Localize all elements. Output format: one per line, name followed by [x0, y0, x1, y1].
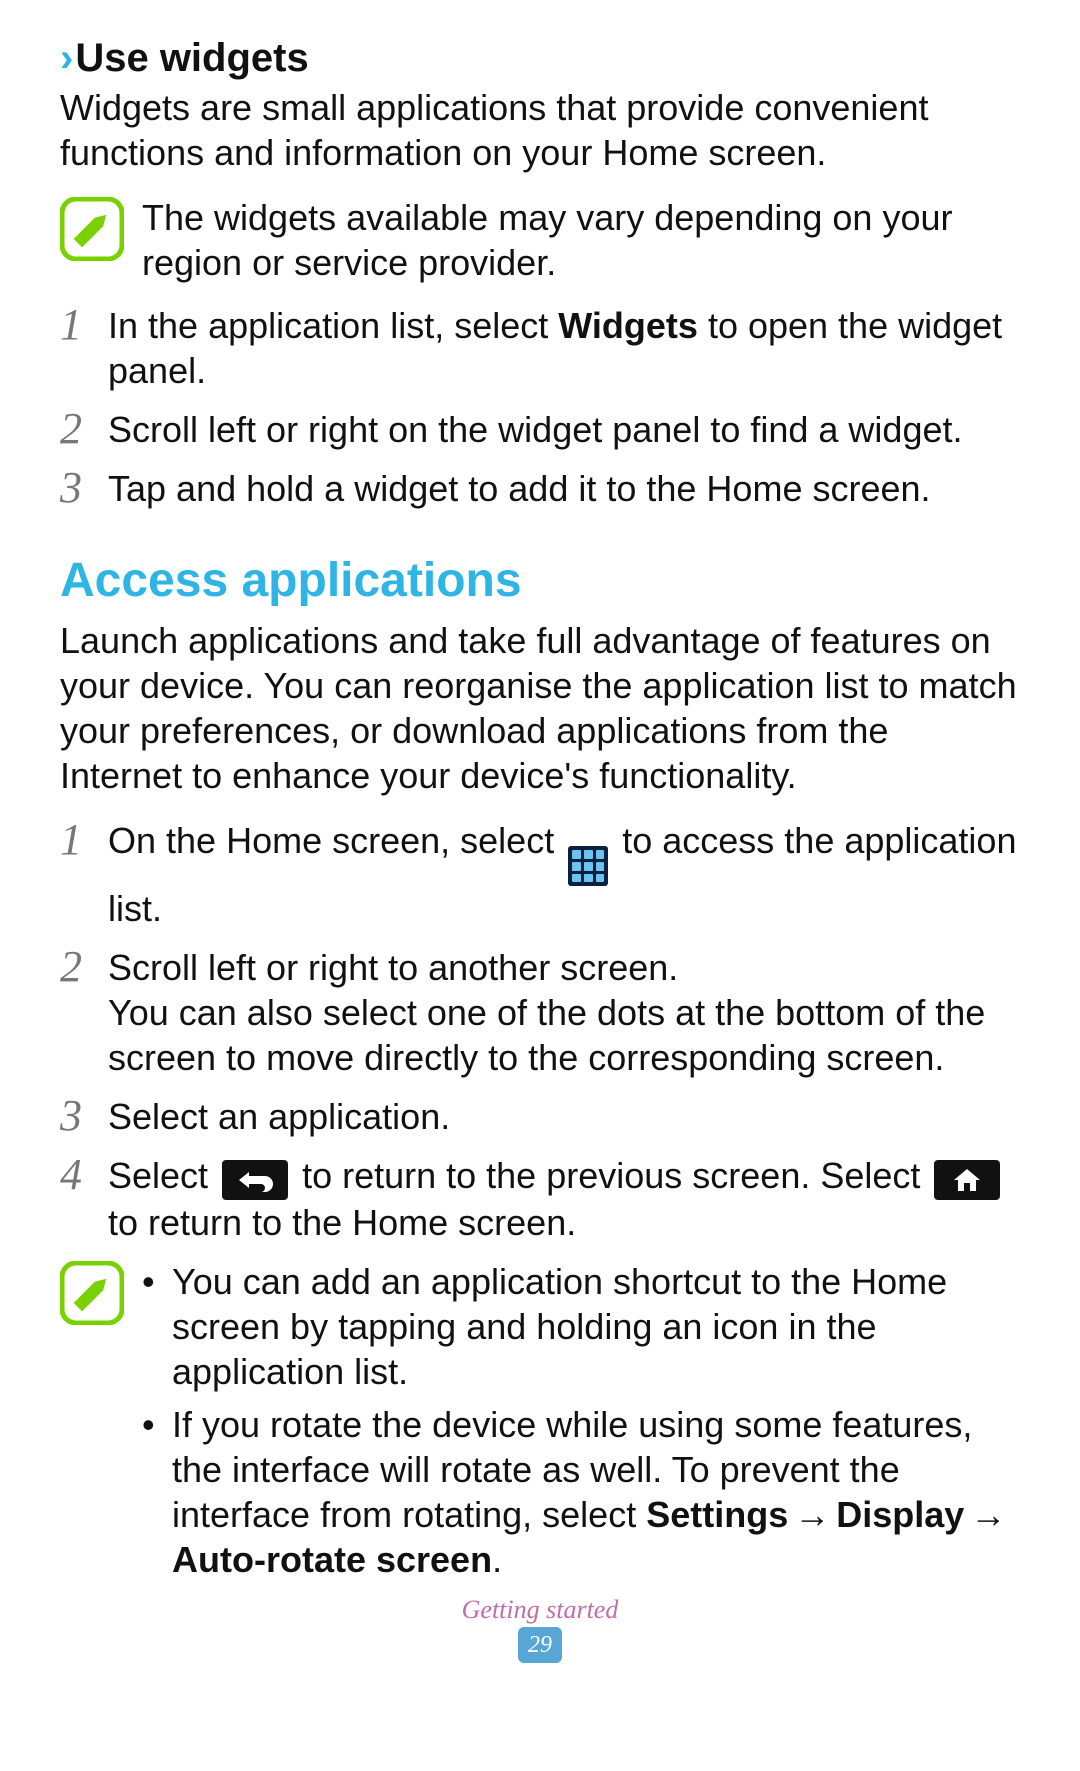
- home-key-icon: [934, 1160, 1000, 1200]
- note-pencil-icon: [60, 1261, 124, 1325]
- step-3: 3 Tap and hold a widget to add it to the…: [60, 466, 1020, 511]
- note-bullets: • You can add an application shortcut to…: [142, 1259, 1020, 1590]
- step-2: 2 Scroll left or right to another screen…: [60, 945, 1020, 1080]
- step-1: 1 In the application list, select Widget…: [60, 303, 1020, 393]
- text: On the Home screen, select: [108, 820, 564, 861]
- step-number: 3: [60, 466, 108, 510]
- step-body: Scroll left or right on the widget panel…: [108, 407, 963, 452]
- text: Scroll left or right to another screen.: [108, 945, 1020, 990]
- step-2: 2 Scroll left or right on the widget pan…: [60, 407, 1020, 452]
- arrow-icon: →: [788, 1492, 836, 1537]
- text: to return to the Home screen.: [108, 1202, 576, 1243]
- step-number: 2: [60, 945, 108, 989]
- step-number: 2: [60, 407, 108, 451]
- step-number: 3: [60, 1094, 108, 1138]
- step-number: 1: [60, 303, 108, 347]
- arrow-icon: →: [964, 1492, 1012, 1537]
- page-footer: Getting started 29: [0, 1595, 1080, 1663]
- footer-section-title: Getting started: [0, 1595, 1080, 1625]
- text: to return to the previous screen. Select: [292, 1155, 930, 1196]
- bold-text: Display: [836, 1494, 964, 1535]
- text: .: [492, 1539, 502, 1580]
- access-steps: 1 On the Home screen, select to access t…: [60, 818, 1020, 1245]
- bullet-dot: •: [142, 1259, 172, 1304]
- step-body: Select to return to the previous screen.…: [108, 1153, 1020, 1245]
- bullet-2: • If you rotate the device while using s…: [142, 1402, 1020, 1582]
- bold-text: Widgets: [558, 305, 698, 346]
- step-body: Scroll left or right to another screen. …: [108, 945, 1020, 1080]
- widgets-intro: Widgets are small applications that prov…: [60, 85, 1020, 175]
- subheading-use-widgets: ›Use widgets: [60, 36, 1020, 81]
- step-body: In the application list, select Widgets …: [108, 303, 1020, 393]
- text: Select: [108, 1155, 218, 1196]
- bold-text: Settings: [646, 1494, 788, 1535]
- bullet-text: You can add an application shortcut to t…: [172, 1259, 1020, 1394]
- note-text: The widgets available may vary depending…: [142, 195, 1020, 285]
- step-1: 1 On the Home screen, select to access t…: [60, 818, 1020, 931]
- step-number: 4: [60, 1153, 108, 1197]
- step-body: Select an application.: [108, 1094, 450, 1139]
- access-intro: Launch applications and take full advant…: [60, 618, 1020, 798]
- step-body: On the Home screen, select to access the…: [108, 818, 1020, 931]
- text: In the application list, select: [108, 305, 558, 346]
- bullet-dot: •: [142, 1402, 172, 1447]
- text: You can also select one of the dots at t…: [108, 990, 1020, 1080]
- step-3: 3 Select an application.: [60, 1094, 1020, 1139]
- bullet-text: If you rotate the device while using som…: [172, 1402, 1020, 1582]
- page-number-badge: 29: [518, 1627, 562, 1663]
- bullet-1: • You can add an application shortcut to…: [142, 1259, 1020, 1394]
- manual-page: ›Use widgets Widgets are small applicati…: [0, 0, 1080, 1771]
- note-widgets-vary: The widgets available may vary depending…: [60, 195, 1020, 285]
- subheading-text: Use widgets: [75, 36, 308, 80]
- back-key-icon: [222, 1160, 288, 1200]
- note-pencil-icon: [60, 197, 124, 261]
- step-number: 1: [60, 818, 108, 862]
- step-body: Tap and hold a widget to add it to the H…: [108, 466, 931, 511]
- step-4: 4 Select to return to the previous scree…: [60, 1153, 1020, 1245]
- bold-text: Auto-rotate screen: [172, 1539, 492, 1580]
- chevron-icon: ›: [60, 36, 73, 80]
- heading-access-applications: Access applications: [60, 553, 1020, 608]
- widgets-steps: 1 In the application list, select Widget…: [60, 303, 1020, 511]
- apps-grid-icon: [568, 846, 608, 886]
- note-access-tips: • You can add an application shortcut to…: [60, 1259, 1020, 1590]
